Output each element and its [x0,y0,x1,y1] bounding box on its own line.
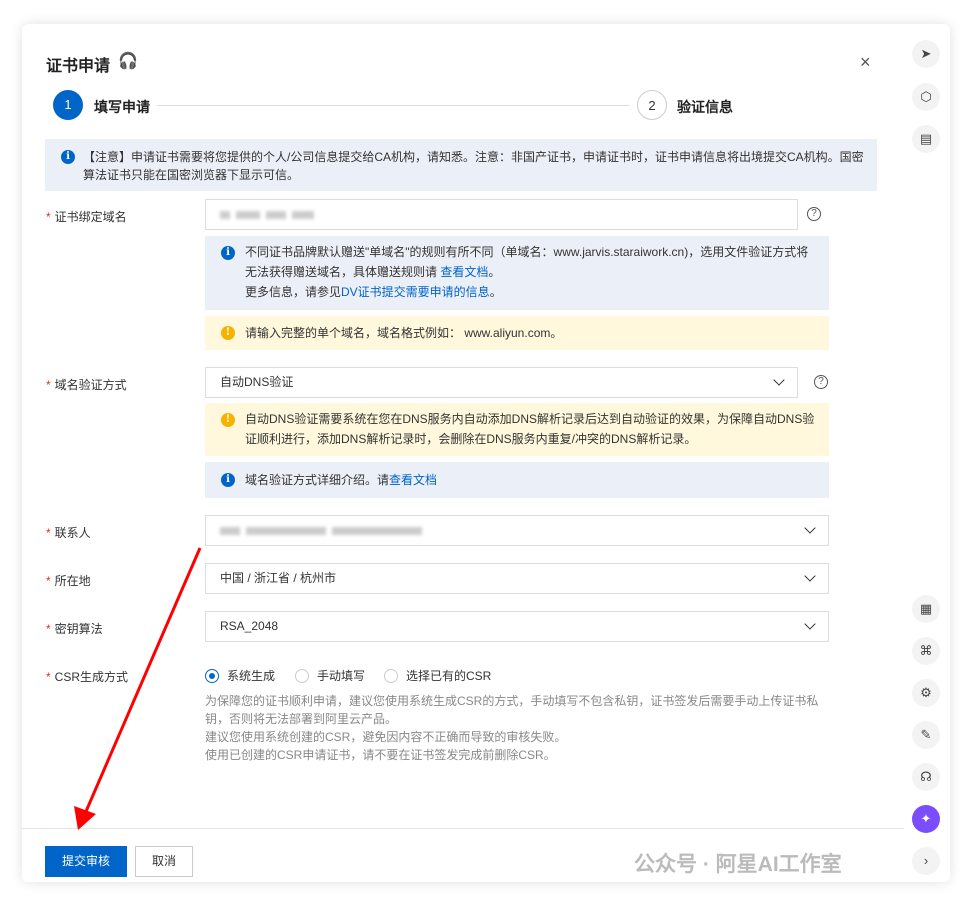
red-arrow-annotation [74,547,202,830]
watermark: 公众号 · 阿星AI工作室 [634,853,842,876]
